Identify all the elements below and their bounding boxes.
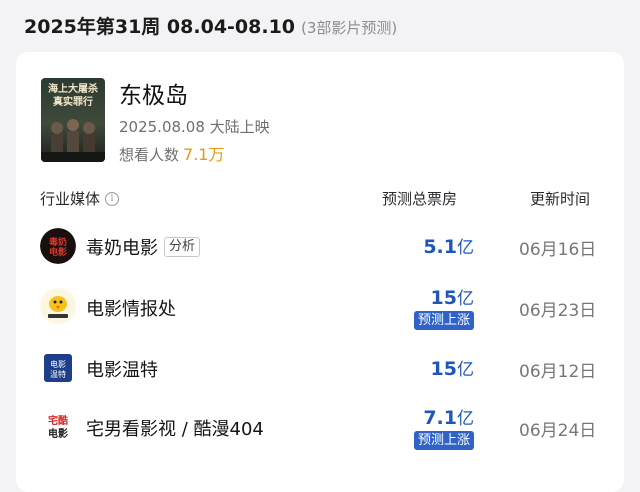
movie-poster[interactable]: 海上大屠杀 真实罪行 [41,78,105,162]
forecast-unit: 亿 [457,360,474,380]
update-date: 06月23日 [519,301,597,321]
update-date: 06月12日 [519,362,597,382]
week-title: 2025年第31周 08.04-08.10 [24,16,296,38]
media-header-label: 行业媒体 [40,190,101,208]
poster-title-line1: 海上大屠杀 [48,82,98,95]
forecast-number: 15 [430,358,457,380]
svg-text:宅酷: 宅酷 [48,414,68,427]
want-value: 7.1万 [183,145,225,164]
movie-forecast-card: 海上大屠杀 真实罪行 东极岛 2025.08.08 大陆上映 想看人数 7.1万 … [16,52,624,492]
movie-title[interactable]: 东极岛 [119,76,188,110]
media-name[interactable]: 电影温特 [86,356,158,382]
wente-logo-icon: 电影 温特 [40,350,76,386]
forecast-count-note: (3部影片预测) [301,19,398,37]
forecast-unit: 亿 [457,289,474,309]
dunai-logo-icon: 毒奶 电影 [40,228,76,264]
forecast-row[interactable]: 电影情报处 15亿 预测上涨 06月23日 [16,284,624,336]
media-name-text: 宅男看影视 / 酷漫404 [86,419,264,440]
forecast-value: 15亿 预测上涨 [413,284,474,330]
forecast-unit: 亿 [457,238,474,258]
media-name-text: 毒奶电影 [86,238,158,259]
forecast-unit: 亿 [457,409,474,429]
media-name[interactable]: 毒奶电影 分析 [86,234,201,260]
column-header-media: 行业媒体 i [40,188,120,209]
update-date: 06月16日 [519,240,597,260]
svg-text:电影: 电影 [50,359,66,369]
poster-image: 海上大屠杀 真实罪行 [41,78,105,162]
analysis-tag[interactable]: 分析 [164,237,201,257]
media-name[interactable]: 电影情报处 [86,295,176,321]
info-icon[interactable]: i [105,191,120,206]
forecast-row[interactable]: 毒奶 电影 毒奶电影 分析 5.1亿 06月16日 [16,226,624,266]
column-header-forecast: 预测总票房 [382,190,458,208]
media-name-text: 电影温特 [86,360,158,381]
media-name-text: 电影情报处 [86,299,176,320]
svg-text:毒奶: 毒奶 [49,236,67,248]
bird-logo-icon [40,288,76,324]
forecast-row[interactable]: 宅酷 电影 宅男看影视 / 酷漫404 7.1亿 预测上涨 06月24日 [16,404,624,456]
forecast-row[interactable]: 电影 温特 电影温特 15亿 06月12日 [16,348,624,388]
update-date: 06月24日 [519,421,597,441]
forecast-number: 7.1 [423,407,457,429]
want-label: 想看人数 [119,146,180,164]
want-to-see-count: 想看人数 7.1万 [119,141,224,165]
forecast-value: 7.1亿 预测上涨 [413,404,474,450]
svg-text:电影: 电影 [49,246,67,258]
forecast-number: 15 [430,287,457,309]
movie-release-info: 2025.08.08 大陆上映 [119,118,270,136]
media-name[interactable]: 宅男看影视 / 酷漫404 [86,415,264,441]
forecast-rise-badge: 预测上涨 [413,431,474,450]
forecast-number: 5.1 [423,236,457,258]
svg-text:温特: 温特 [50,369,66,379]
week-header: 2025年第31周 08.04-08.10 (3部影片预测) [24,12,397,39]
svg-text:电影: 电影 [48,427,68,440]
zhainan-logo-icon: 宅酷 电影 [40,408,76,444]
forecast-value: 15亿 [431,355,474,380]
poster-title-line2: 真实罪行 [53,95,93,108]
forecast-value: 5.1亿 [423,233,474,258]
column-header-update-time: 更新时间 [530,190,591,208]
forecast-rise-badge: 预测上涨 [413,311,474,330]
